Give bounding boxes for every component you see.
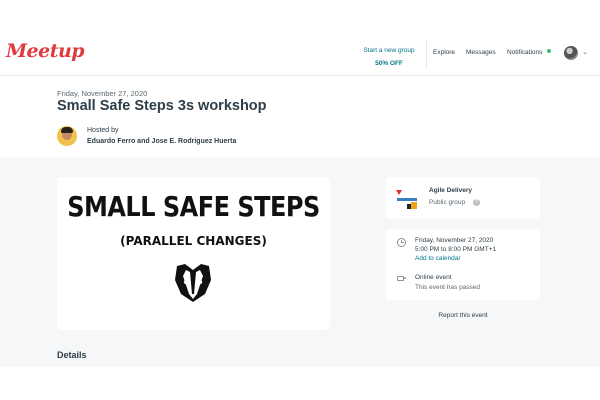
start-group-link[interactable]: Start a new group <box>352 44 426 57</box>
start-group-promo: Start a new group 50% OFF <box>352 44 426 70</box>
group-name[interactable]: Agile Delivery <box>429 187 472 194</box>
video-icon <box>397 276 407 281</box>
banner-title: SMALL SAFE STEPS <box>67 190 320 224</box>
page-title: Small Safe Steps 3s workshop <box>57 98 267 114</box>
group-type: Public group <box>429 199 466 206</box>
host-avatar[interactable] <box>57 126 77 146</box>
nav-divider <box>426 40 427 68</box>
event-banner-image: SMALL SAFE STEPS (PARALLEL CHANGES) <box>57 177 330 330</box>
event-details-card: Friday, November 27, 2020 5:00 PM to 8:0… <box>386 229 540 300</box>
page-bottom <box>0 367 600 400</box>
meetup-logo[interactable]: Meetup <box>6 40 85 62</box>
chevron-down-icon[interactable]: ⌄ <box>582 48 588 56</box>
user-avatar[interactable] <box>564 46 578 60</box>
discount-link[interactable]: 50% OFF <box>352 57 426 70</box>
add-to-calendar-link[interactable]: Add to calendar <box>415 255 461 262</box>
notification-dot <box>547 49 551 53</box>
host-hair <box>61 127 73 133</box>
details-time: 5:00 PM to 8:00 PM GMT+1 <box>415 246 497 253</box>
group-logo <box>395 189 419 211</box>
details-heading: Details <box>57 350 87 360</box>
details-date: Friday, November 27, 2020 <box>415 237 494 244</box>
nav-messages[interactable]: Messages <box>466 49 496 56</box>
report-event-link[interactable]: Report this event <box>386 312 540 319</box>
event-passed-label: This event has passed <box>415 284 481 291</box>
host-names[interactable]: Eduardo Ferro and Jose E. Rodriguez Huer… <box>87 138 236 145</box>
banner-subtitle: (PARALLEL CHANGES) <box>120 234 267 248</box>
badger-icon <box>175 264 211 302</box>
nav-notifications[interactable]: Notifications <box>507 49 542 56</box>
info-icon[interactable]: ? <box>473 199 480 206</box>
online-event-label: Online event <box>415 274 452 281</box>
top-navigation-bar: Meetup Start a new group 50% OFF Explore… <box>0 0 600 76</box>
clock-icon <box>397 238 406 247</box>
hosted-by-label: Hosted by <box>87 127 119 134</box>
nav-explore[interactable]: Explore <box>433 49 455 56</box>
group-card[interactable]: Agile Delivery Public group ? <box>386 177 540 219</box>
event-date: Friday, November 27, 2020 <box>57 89 148 98</box>
